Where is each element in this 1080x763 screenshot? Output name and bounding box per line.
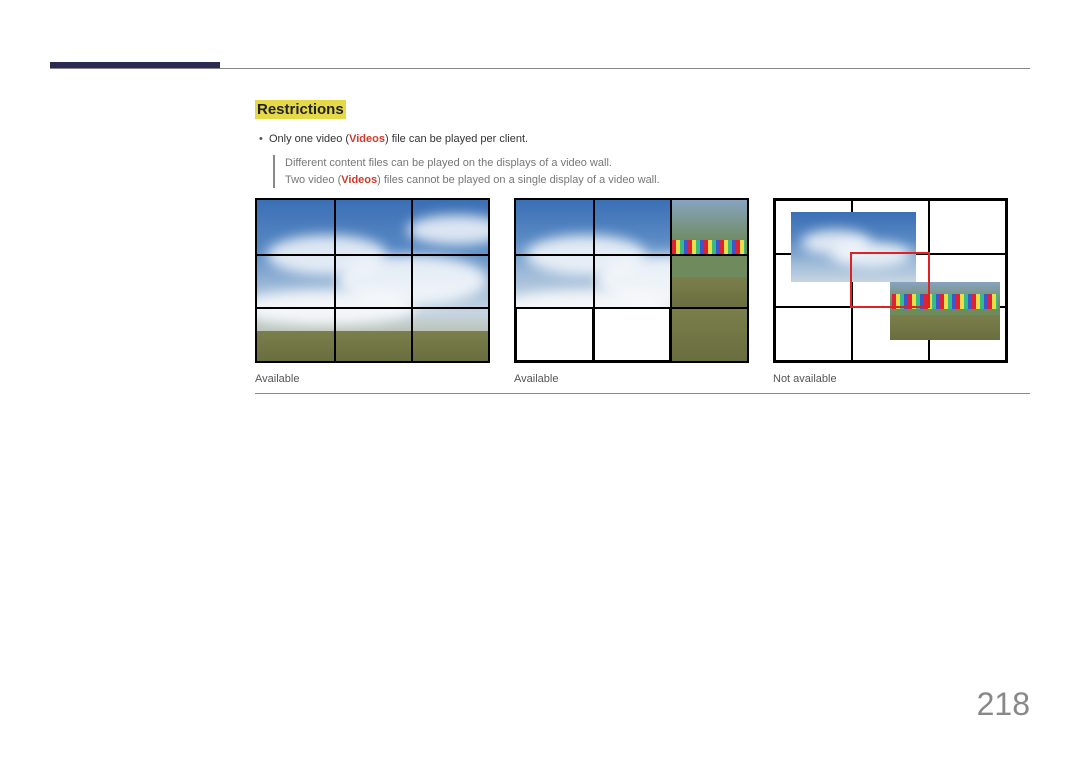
empty-cell — [593, 307, 670, 361]
bullet-dot: • — [255, 133, 269, 145]
section-title: Restrictions — [255, 100, 346, 119]
figure-1: Available — [255, 198, 490, 385]
video-wall-3 — [773, 198, 1008, 363]
figure-1-caption: Available — [255, 373, 490, 385]
conflict-indicator — [850, 252, 930, 308]
figures-row: Available Available — [255, 198, 1008, 385]
note-line-1: Different content files can be played on… — [285, 155, 1030, 172]
video-wall-1 — [255, 198, 490, 363]
note-line-2-suffix: ) files cannot be played on a single dis… — [377, 174, 660, 186]
page-number: 218 — [977, 686, 1030, 723]
figure-2-caption: Available — [514, 373, 749, 385]
videos-label-2: Videos — [341, 174, 377, 186]
bullet-suffix: ) file can be played per client. — [385, 133, 528, 145]
bullet-text: Only one video (Videos) file can be play… — [269, 133, 1030, 145]
caption-divider — [255, 393, 1030, 394]
note-line-2: Two video (Videos) files cannot be playe… — [285, 172, 1030, 189]
empty-cell — [516, 307, 593, 361]
note-line-2-prefix: Two video ( — [285, 174, 341, 186]
sky-image-full — [257, 200, 488, 361]
bullet-item: • Only one video (Videos) file can be pl… — [255, 133, 1030, 145]
flags-image-right — [670, 200, 747, 307]
figure-3-caption: Not available — [773, 373, 1008, 385]
videos-label: Videos — [349, 133, 385, 145]
note-block: Different content files can be played on… — [273, 155, 1030, 188]
empty-cell — [775, 307, 852, 361]
header-divider — [50, 68, 1030, 69]
grass-image-cell — [670, 307, 747, 361]
empty-cell — [929, 200, 1006, 254]
sky-image-top — [516, 200, 670, 307]
figure-2: Available — [514, 198, 749, 385]
video-wall-2 — [514, 198, 749, 363]
figure-3: Not available — [773, 198, 1008, 385]
bullet-prefix: Only one video ( — [269, 133, 349, 145]
main-content: Restrictions • Only one video (Videos) f… — [255, 100, 1030, 188]
